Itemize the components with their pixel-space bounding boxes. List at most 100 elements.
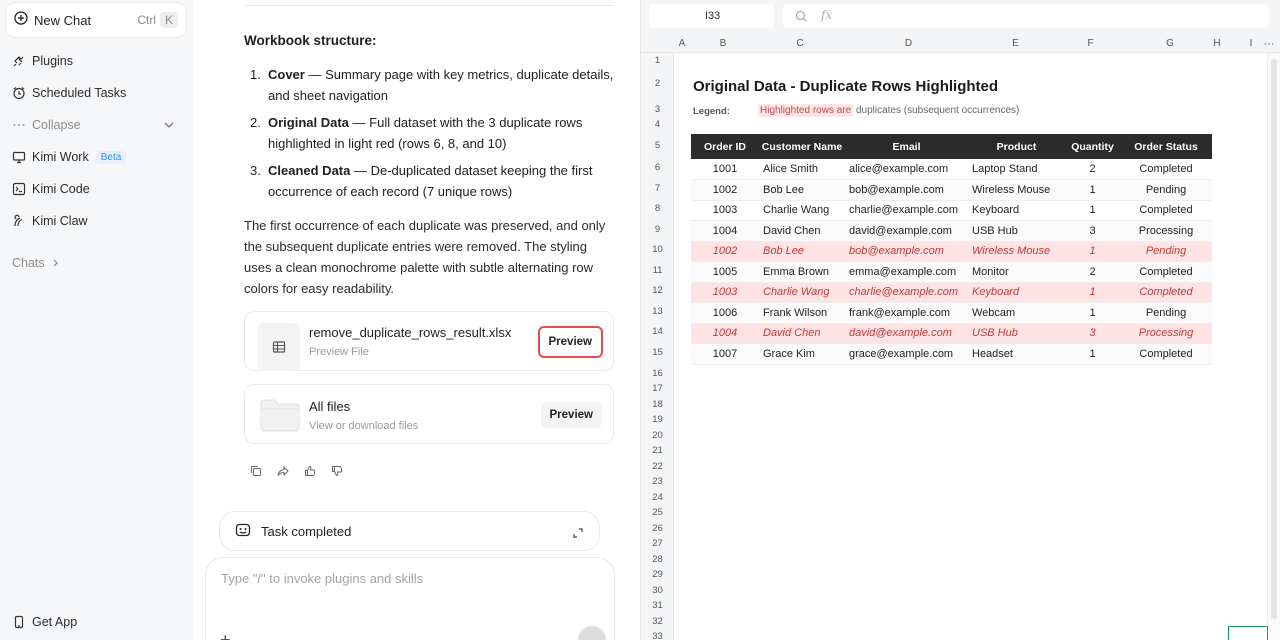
table-cell[interactable]: 1 [1065,179,1120,201]
row-header[interactable]: 18 [641,399,674,410]
table-cell[interactable]: USB Hub [968,220,1065,242]
row-header[interactable]: 1 [641,55,674,66]
duplicate-row[interactable]: 1004 David Chen david@example.com USB Hub 3 P… [691,323,1212,344]
preview-file-button[interactable]: Preview [537,326,603,358]
table-cell[interactable]: Completed [1120,282,1212,303]
formula-bar[interactable]: fx [783,4,1269,28]
table-cell[interactable]: 1 [1065,343,1120,365]
table-cell[interactable]: Monitor [968,261,1065,283]
table-cell[interactable]: 3 [1065,323,1120,344]
file-card[interactable]: remove_duplicate_rows_result.xlsx Previe… [244,311,614,371]
task-status-bar[interactable]: Task completed [219,511,600,551]
sidebar-item-scheduled-tasks[interactable]: Scheduled Tasks [12,83,126,103]
row-header[interactable]: 9 [641,224,674,235]
table-cell[interactable]: David Chen [759,220,845,242]
table-cell[interactable]: 1004 [691,220,759,242]
table-cell[interactable]: Processing [1120,220,1212,242]
row-header[interactable]: 33 [641,631,674,640]
scrollbar-thumb[interactable] [1271,59,1277,619]
duplicate-row[interactable]: 1002 Bob Lee bob@example.com Wireless Mouse… [691,241,1212,262]
table-cell[interactable]: 1 [1065,200,1120,221]
row-header[interactable]: 23 [641,476,674,487]
table-cell[interactable]: Completed [1120,261,1212,283]
header-cell[interactable]: Email [845,134,968,159]
chat-input[interactable]: Type "/" to invoke plugins and skills + [205,557,615,640]
table-cell[interactable]: Pending [1120,302,1212,324]
column-header[interactable]: C [757,38,843,49]
table-cell[interactable]: bob@example.com [845,179,968,201]
sidebar-item-kimi-work[interactable]: Kimi Work Beta [12,147,127,167]
table-cell[interactable]: 2 [1065,261,1120,283]
row-header[interactable]: 12 [641,285,674,296]
table-cell[interactable]: Emma Brown [759,261,845,283]
table-cell[interactable]: bob@example.com [845,241,968,262]
header-cell[interactable]: Quantity [1065,134,1120,159]
table-cell[interactable]: 1003 [691,282,759,303]
table-cell[interactable]: Keyboard [968,200,1065,221]
table-cell[interactable]: USB Hub [968,323,1065,344]
header-cell[interactable]: Customer Name [759,134,845,159]
copy-icon[interactable] [250,465,264,479]
table-row[interactable]: 1007 Grace Kim grace@example.com Headset 1 Co… [691,343,1212,365]
table-cell[interactable]: Charlie Wang [759,282,845,303]
table-cell[interactable]: Headset [968,343,1065,365]
column-header[interactable]: I [1245,38,1257,49]
duplicate-row[interactable]: 1003 Charlie Wang charlie@example.com Keybo… [691,282,1212,303]
row-header[interactable]: 31 [641,600,674,611]
more-options-icon[interactable]: ··· [1259,38,1279,50]
share-icon[interactable] [277,465,291,479]
row-header[interactable]: 17 [641,383,674,394]
table-cell[interactable]: alice@example.com [845,159,968,180]
new-chat-button[interactable]: New Chat Ctrl K [6,3,186,37]
row-header[interactable]: 8 [641,203,674,214]
row-header[interactable]: 32 [641,616,674,627]
table-row[interactable]: 1006 Frank Wilson frank@example.com Webcam 1… [691,302,1212,324]
table-row[interactable]: 1005 Emma Brown emma@example.com Monitor 2 Co… [691,261,1212,283]
row-header[interactable]: 3 [641,104,674,115]
table-cell[interactable]: Webcam [968,302,1065,324]
table-row[interactable]: 1001 Alice Smith alice@example.com Laptop S… [691,159,1212,180]
row-header[interactable]: 24 [641,492,674,503]
row-header[interactable]: 11 [641,265,674,276]
selected-cell[interactable] [1228,626,1268,640]
thumbs-up-icon[interactable] [304,465,318,479]
sidebar-item-kimi-claw[interactable]: Kimi Claw [12,211,88,231]
table-cell[interactable]: 1003 [691,200,759,221]
table-cell[interactable]: Charlie Wang [759,200,845,221]
table-cell[interactable]: Bob Lee [759,241,845,262]
row-header[interactable]: 22 [641,461,674,472]
table-cell[interactable]: David Chen [759,323,845,344]
plus-icon[interactable]: + [220,630,231,640]
row-header[interactable]: 7 [641,183,674,194]
table-cell[interactable]: 1001 [691,159,759,180]
column-header[interactable]: F [1057,38,1124,49]
row-header[interactable]: 30 [641,585,674,596]
row-header[interactable]: 14 [641,326,674,337]
row-header[interactable]: 15 [641,347,674,358]
column-header[interactable]: A [675,38,689,49]
all-files-preview-button[interactable]: Preview [540,402,602,428]
table-cell[interactable]: Pending [1120,179,1212,201]
column-header[interactable]: D [843,38,974,49]
table-cell[interactable]: Completed [1120,159,1212,180]
row-header[interactable]: 26 [641,523,674,534]
row-header[interactable]: 27 [641,538,674,549]
table-cell[interactable]: david@example.com [845,323,968,344]
table-cell[interactable]: 1 [1065,302,1120,324]
table-cell[interactable]: Completed [1120,343,1212,365]
sidebar-item-collapse[interactable]: Collapse [12,115,81,135]
table-cell[interactable]: Alice Smith [759,159,845,180]
table-cell[interactable]: Grace Kim [759,343,845,365]
table-cell[interactable]: Processing [1120,323,1212,344]
thumbs-down-icon[interactable] [331,465,345,479]
row-header[interactable]: 29 [641,569,674,580]
column-header[interactable]: G [1124,38,1216,49]
table-cell[interactable]: Laptop Stand [968,159,1065,180]
table-cell[interactable]: david@example.com [845,220,968,242]
table-cell[interactable]: Pending [1120,241,1212,262]
table-cell[interactable]: 2 [1065,159,1120,180]
column-header[interactable]: H [1211,38,1223,49]
row-header[interactable]: 10 [641,244,674,255]
row-header[interactable]: 6 [641,162,674,173]
table-cell[interactable]: 1 [1065,241,1120,262]
